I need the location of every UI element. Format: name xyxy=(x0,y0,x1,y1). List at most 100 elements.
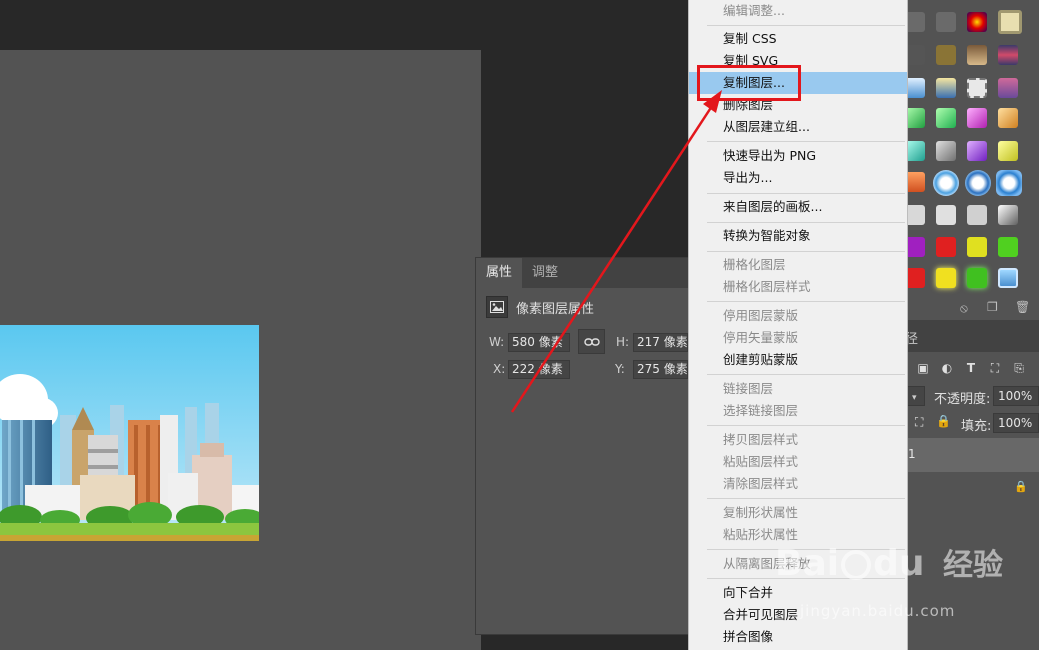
style-swatch[interactable] xyxy=(998,141,1018,161)
menu-item-copy-shape-attributes[interactable]: 复制形状属性 xyxy=(689,502,907,524)
menu-item-rasterize-layer-style[interactable]: 栅格化图层样式 xyxy=(689,276,907,298)
menu-item-disable-layer-mask[interactable]: 停用图层蒙版 xyxy=(689,305,907,327)
chain-link-icon xyxy=(583,337,600,346)
style-swatch[interactable] xyxy=(998,10,1022,34)
watermark-brand-prefix: Bai xyxy=(775,543,840,584)
watermark-brand-cn: 经验 xyxy=(943,548,1004,583)
menu-item-clear-layer-style[interactable]: 清除图层样式 xyxy=(689,473,907,495)
style-swatch[interactable] xyxy=(905,141,925,161)
style-swatch[interactable] xyxy=(905,237,925,257)
style-swatch[interactable] xyxy=(967,108,987,128)
style-swatch[interactable] xyxy=(967,205,987,225)
trash-icon[interactable]: 🗑 xyxy=(1015,300,1030,314)
x-label: X: xyxy=(493,362,506,376)
watermark-brand-suffix: du xyxy=(873,543,925,584)
menu-separator xyxy=(707,193,905,194)
style-swatch[interactable] xyxy=(905,205,925,225)
menu-item-flatten-image[interactable]: 拼合图像 xyxy=(689,626,907,648)
opacity-input[interactable]: 100% xyxy=(993,386,1039,406)
menu-item-paste-layer-style[interactable]: 粘贴图层样式 xyxy=(689,451,907,473)
styles-panel xyxy=(905,0,1039,300)
y-input[interactable]: 275 像素 xyxy=(633,360,688,379)
style-swatch[interactable] xyxy=(998,45,1018,65)
fill-input[interactable]: 100% xyxy=(993,413,1039,433)
style-swatch[interactable] xyxy=(905,268,925,288)
adjustment-filter-icon[interactable]: ◐ xyxy=(939,360,955,376)
menu-item-disable-vector-mask[interactable]: 停用矢量蒙版 xyxy=(689,327,907,349)
layer-filter-icons: ▣ ◐ T ⛶ ⎘ xyxy=(915,360,1027,376)
style-swatch[interactable] xyxy=(998,237,1018,257)
menu-item-artboard-from-layers[interactable]: 来自图层的画板... xyxy=(689,196,907,218)
style-swatch[interactable] xyxy=(936,12,956,32)
style-swatch[interactable] xyxy=(967,78,987,98)
style-swatch[interactable] xyxy=(998,78,1018,98)
layer-name: 1 xyxy=(908,447,916,461)
tab-properties[interactable]: 属性 xyxy=(476,258,523,288)
menu-item-convert-smart-object[interactable]: 转换为智能对象 xyxy=(689,225,907,247)
watermark-url: jingyan.baidu.com xyxy=(800,602,956,620)
new-style-icon[interactable]: ❐ xyxy=(987,300,998,314)
style-swatch[interactable] xyxy=(936,78,956,98)
smart-object-filter-icon[interactable]: ⎘ xyxy=(1011,360,1027,376)
style-swatch[interactable] xyxy=(905,108,925,128)
menu-item-link-layers[interactable]: 链接图层 xyxy=(689,378,907,400)
image-filter-icon[interactable]: ▣ xyxy=(915,360,931,376)
layer-row[interactable]: 1 xyxy=(905,438,1039,472)
style-swatch[interactable] xyxy=(967,268,987,288)
menu-item-export-as[interactable]: 导出为... xyxy=(689,167,907,189)
menu-separator xyxy=(707,374,905,375)
style-swatch[interactable] xyxy=(996,170,1022,196)
style-swatch[interactable] xyxy=(905,12,925,32)
width-input[interactable]: 580 像素 xyxy=(508,333,570,352)
watermark-brand: Bai du 经验 xyxy=(775,540,1003,584)
style-swatch[interactable] xyxy=(998,108,1018,128)
city-illustration xyxy=(0,325,259,541)
city-illustration-layer[interactable] xyxy=(0,325,259,541)
height-input[interactable]: 217 像素 xyxy=(633,333,688,352)
style-swatch[interactable] xyxy=(905,172,925,192)
style-swatch[interactable] xyxy=(936,141,956,161)
menu-separator xyxy=(707,25,905,26)
background-lock-icon: 🔒 xyxy=(1014,480,1028,493)
properties-tabbar: 属性 调整 xyxy=(476,258,689,288)
height-label: H: xyxy=(616,335,630,349)
shape-filter-icon[interactable]: ⛶ xyxy=(987,360,1003,376)
menu-item-select-linked-layers[interactable]: 选择链接图层 xyxy=(689,400,907,422)
menu-item-quick-export-png[interactable]: 快速导出为 PNG xyxy=(689,145,907,167)
style-swatch[interactable] xyxy=(936,237,956,257)
style-swatch[interactable] xyxy=(965,170,991,196)
menu-item-create-clipping-mask[interactable]: 创建剪贴蒙版 xyxy=(689,349,907,371)
menu-item-copy-css[interactable]: 复制 CSS xyxy=(689,28,907,50)
paw-icon xyxy=(841,550,872,580)
style-swatch[interactable] xyxy=(967,12,987,32)
style-swatch[interactable] xyxy=(967,237,987,257)
style-swatch[interactable] xyxy=(967,141,987,161)
annotation-highlight-box xyxy=(697,65,801,101)
style-swatch[interactable] xyxy=(967,45,987,65)
style-swatch[interactable] xyxy=(998,205,1018,225)
style-swatch[interactable] xyxy=(933,170,959,196)
blend-mode-dropdown[interactable]: ▾ xyxy=(907,386,925,406)
menu-item-rasterize-layer[interactable]: 栅格化图层 xyxy=(689,254,907,276)
no-style-icon[interactable]: ⦸ xyxy=(960,301,968,316)
text-filter-icon[interactable]: T xyxy=(963,360,979,376)
menu-item-edit-adjustment[interactable]: 编辑调整... xyxy=(689,0,907,22)
style-swatch[interactable] xyxy=(936,45,956,65)
menu-item-copy-layer-style[interactable]: 拷贝图层样式 xyxy=(689,429,907,451)
fill-label: 填充: xyxy=(961,419,992,434)
tab-adjustments[interactable]: 调整 xyxy=(522,258,568,288)
x-input[interactable]: 222 像素 xyxy=(508,360,570,379)
properties-header: 像素图层属性 xyxy=(486,295,594,319)
style-swatch[interactable] xyxy=(905,78,925,98)
photoshop-workspace: 属性 调整 像素图层属性 W: 580 像素 H: 217 像素 X: 222 … xyxy=(0,0,1039,650)
style-swatch[interactable] xyxy=(936,205,956,225)
styles-toolbar: ⦸ ❐ 🗑 xyxy=(905,298,1039,320)
lock-all-icon[interactable]: 🔒 xyxy=(936,414,951,428)
link-dimensions-button[interactable] xyxy=(578,329,605,354)
style-swatch[interactable] xyxy=(905,45,925,65)
style-swatch[interactable] xyxy=(936,268,956,288)
menu-item-group-from-layers[interactable]: 从图层建立组... xyxy=(689,116,907,138)
lock-position-icon[interactable]: ⛶ xyxy=(915,415,923,430)
style-swatch[interactable] xyxy=(998,268,1018,288)
style-swatch[interactable] xyxy=(936,108,956,128)
